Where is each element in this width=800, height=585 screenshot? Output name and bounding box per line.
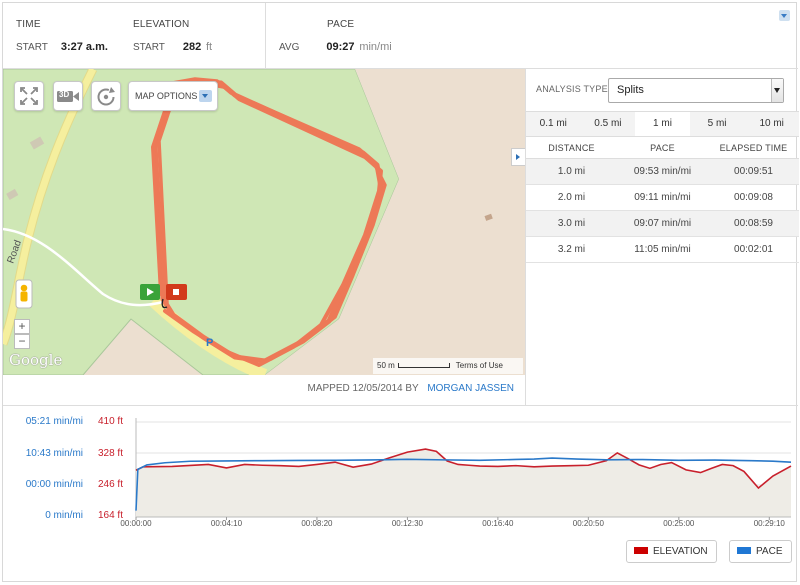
- split-pace: 11:05 min/mi: [634, 244, 691, 255]
- legend-pace-toggle[interactable]: PACE: [729, 540, 792, 563]
- splits-table-header: DISTANCE PACE ELAPSED TIME: [526, 137, 799, 159]
- tab-5-mi[interactable]: 5 mi: [689, 112, 745, 136]
- time-start-value: 3:27 a.m.: [60, 41, 108, 53]
- elevation-start-value: 282: [182, 41, 202, 53]
- analysis-panel: ANALYSIS TYPE: Splits 0.1 mi 0.5 mi 1 mi…: [525, 69, 799, 405]
- table-row: 1.0 mi 09:53 min/mi 00:09:51: [526, 159, 799, 185]
- map-options-dropdown[interactable]: MAP OPTIONS: [128, 81, 218, 111]
- split-pace: 09:53 min/mi: [633, 166, 692, 177]
- split-elapsed: 00:02:01: [734, 244, 773, 255]
- column-distance: DISTANCE: [548, 143, 595, 153]
- elevation-stat: ELEVATION START 282 ft: [133, 3, 263, 69]
- x-tick-label: 00:00:00: [120, 519, 152, 528]
- legend-elevation-toggle[interactable]: ELEVATION: [626, 540, 717, 563]
- table-row: 3.0 mi 09:07 min/mi 00:08:59: [526, 211, 799, 237]
- collapse-toggle-button[interactable]: [779, 10, 790, 21]
- analysis-type-bar: ANALYSIS TYPE: Splits: [526, 69, 799, 111]
- mapped-by-label: BY: [405, 383, 419, 394]
- zoom-out-button[interactable]: −: [14, 334, 30, 349]
- split-pace: 09:07 min/mi: [633, 218, 692, 229]
- x-tick-label: 00:25:00: [663, 519, 695, 528]
- tab-1-mi[interactable]: 1 mi: [635, 112, 690, 136]
- select-arrow-icon: [771, 79, 783, 102]
- analysis-type-select[interactable]: Splits: [608, 78, 784, 103]
- legend-pace-label: PACE: [756, 546, 783, 557]
- zoom-in-button[interactable]: +: [14, 319, 30, 334]
- elevation-start-row: START 282 ft: [133, 41, 212, 53]
- 3d-view-button[interactable]: 3D: [53, 81, 83, 111]
- time-start-label: START: [16, 42, 48, 53]
- elevation-unit: ft: [206, 41, 213, 53]
- elevation-pace-chart: 05:21 min/mi 10:43 min/mi 00:00 min/mi 0…: [3, 405, 798, 583]
- scale-label: 50 m: [377, 361, 395, 370]
- split-elapsed: 00:09:08: [734, 192, 773, 203]
- map-options-label: MAP OPTIONS: [135, 91, 198, 101]
- split-distance: 2.0 mi: [557, 192, 586, 203]
- x-tick-label: 00:12:30: [392, 519, 424, 528]
- map-canvas: Road P: [3, 69, 525, 375]
- column-elapsed-time: ELAPSED TIME: [719, 143, 788, 153]
- distance-tabs: 0.1 mi 0.5 mi 1 mi 5 mi 10 mi: [526, 111, 799, 137]
- elevation-swatch: [634, 547, 648, 554]
- split-elapsed: 00:09:51: [734, 166, 773, 177]
- elevation-label: ELEVATION: [133, 19, 190, 30]
- analysis-type-label: ANALYSIS TYPE:: [536, 84, 611, 94]
- tab-10-mi[interactable]: 10 mi: [744, 112, 799, 136]
- pace-avg-label: AVG: [279, 42, 300, 53]
- mapped-prefix: MAPPED: [307, 383, 350, 394]
- split-distance: 3.0 mi: [557, 218, 586, 229]
- column-pace: PACE: [650, 143, 675, 153]
- expand-panel-button[interactable]: [511, 148, 525, 166]
- pace-stat: PACE AVG 09:27 min/mi: [279, 3, 479, 69]
- stats-header: TIME START 3:27 a.m. ELEVATION START 282 f…: [3, 3, 798, 69]
- x-tick-label: 00:29:10: [754, 519, 786, 528]
- elevation-area: [136, 449, 791, 517]
- scale-line: [397, 363, 450, 368]
- time-start-row: START 3:27 a.m.: [16, 41, 108, 53]
- split-pace: 09:11 min/mi: [634, 192, 691, 203]
- chevron-down-icon: [199, 90, 212, 102]
- workout-detail-panel: TIME START 3:27 a.m. ELEVATION START 282 f…: [2, 2, 799, 583]
- time-label: TIME: [16, 19, 41, 30]
- google-logo: Google: [9, 351, 63, 369]
- split-distance: 3.2 mi: [557, 244, 586, 255]
- legend-elevation-label: ELEVATION: [653, 546, 708, 557]
- pace-swatch: [737, 547, 751, 554]
- pace-unit: min/mi: [359, 41, 392, 53]
- x-tick-label: 00:04:10: [211, 519, 243, 528]
- terms-link[interactable]: Terms of Use: [456, 361, 503, 370]
- pace-avg-value: 09:27: [326, 41, 355, 53]
- tab-0-5-mi[interactable]: 0.5 mi: [580, 112, 636, 136]
- stats-divider: [265, 3, 266, 69]
- rotate-button[interactable]: [91, 81, 121, 111]
- pegman-icon: [15, 279, 33, 309]
- map-scale-bar: 50 m Terms of Use: [373, 358, 523, 374]
- elevation-start-label: START: [133, 42, 165, 53]
- mapped-date: 12/05/2014: [352, 383, 403, 394]
- route-map[interactable]: Road P 3D MAP OPTIONS + − Google 50 m Te…: [3, 69, 525, 375]
- split-elapsed: 00:08:59: [734, 218, 773, 229]
- tab-0-1-mi[interactable]: 0.1 mi: [526, 112, 581, 136]
- x-tick-label: 00:16:40: [482, 519, 514, 528]
- table-row: 3.2 mi 11:05 min/mi 00:02:01: [526, 237, 799, 263]
- rotate-icon: [97, 87, 115, 106]
- fullscreen-icon: [20, 87, 38, 105]
- author-link[interactable]: MORGAN JASSEN: [427, 383, 514, 394]
- x-tick-label: 00:08:20: [301, 519, 333, 528]
- mapped-by-info: MAPPED 12/05/2014 BY MORGAN JASSEN: [3, 375, 525, 405]
- chart-plot[interactable]: 00:00:00 00:04:10 00:08:20 00:12:30 00:16:40…: [3, 406, 798, 536]
- 3d-label: 3D: [59, 90, 70, 99]
- pace-avg-row: AVG 09:27 min/mi: [279, 41, 392, 53]
- pace-label: PACE: [327, 19, 355, 30]
- fullscreen-button[interactable]: [14, 81, 44, 111]
- table-row: 2.0 mi 09:11 min/mi 00:09:08: [526, 185, 799, 211]
- analysis-type-value: Splits: [617, 84, 644, 96]
- split-distance: 1.0 mi: [557, 166, 586, 177]
- x-tick-label: 00:20:50: [573, 519, 605, 528]
- poi-marker: P: [206, 337, 213, 349]
